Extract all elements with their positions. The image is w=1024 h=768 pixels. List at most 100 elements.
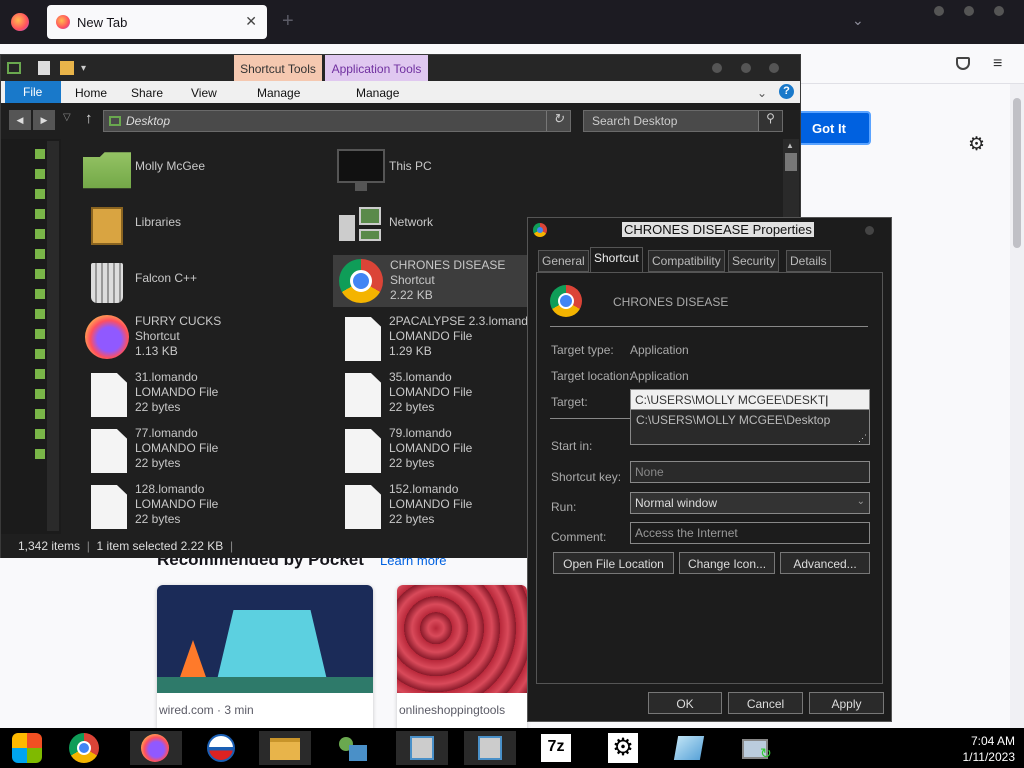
address-bar[interactable]: Desktop ↻ [103, 110, 571, 132]
system-clock[interactable]: 7:04 AM 1/11/2023 [935, 733, 1016, 765]
item-type: LOMANDO File [135, 441, 219, 455]
7zip-taskbar-icon[interactable]: 7z [530, 731, 582, 765]
shortcut-name: CHRONES DISEASE [613, 295, 729, 309]
application-tools-context-tab[interactable]: Application Tools [325, 55, 428, 81]
user-folder-icon [83, 152, 131, 189]
explorer-app-icon [7, 62, 21, 74]
item-type: LOMANDO File [389, 497, 473, 511]
scrollbar-thumb[interactable] [785, 153, 797, 171]
ribbon-tab-manage-shortcut[interactable]: Manage [257, 86, 300, 100]
apply-button[interactable]: Apply [809, 692, 884, 714]
settings-gear-taskbar-icon[interactable]: ⚙ [597, 731, 649, 765]
item-size: 1.29 KB [389, 344, 432, 358]
start-button[interactable] [2, 731, 54, 765]
change-icon-button[interactable]: Change Icon... [679, 552, 775, 574]
window-maximize-icon[interactable] [964, 6, 974, 16]
shortcut-tools-context-tab[interactable]: Shortcut Tools [234, 55, 322, 81]
tab-shortcut[interactable]: Shortcut [590, 247, 643, 273]
desktop-item-recycle-bin[interactable]: Falcon C++ [83, 255, 323, 307]
tab-compatibility[interactable]: Compatibility [648, 250, 725, 272]
desktop-item-this-pc[interactable]: This PC [337, 143, 577, 195]
navigation-pane[interactable] [1, 139, 61, 534]
divider [550, 418, 630, 419]
back-button[interactable]: ◀ [9, 110, 31, 130]
chrome-taskbar-icon[interactable] [59, 731, 111, 765]
window-minimize-icon[interactable] [934, 6, 944, 16]
customize-quick-access-icon[interactable]: ▾ [81, 63, 86, 74]
window-close-icon[interactable] [994, 6, 1004, 16]
pocket-card[interactable]: wired.com · 3 min [157, 585, 373, 733]
up-arrow-icon[interactable]: ↑ [85, 110, 93, 127]
desktop-item-file[interactable]: 77.lomando LOMANDO File 22 bytes [83, 423, 323, 475]
search-placeholder: Search Desktop [592, 114, 678, 128]
expand-ribbon-chevron-icon[interactable]: ⌄ [757, 86, 767, 100]
tab-details[interactable]: Details [786, 250, 831, 272]
campaign-logo-taskbar-icon[interactable] [196, 731, 248, 765]
refresh-icon[interactable]: ↻ [546, 111, 570, 131]
network-users-taskbar-icon[interactable] [327, 731, 379, 765]
ribbon-tab-share[interactable]: Share [131, 86, 163, 100]
open-file-location-button[interactable]: Open File Location [553, 552, 674, 574]
properties-quick-icon[interactable] [38, 61, 50, 75]
maximize-icon[interactable] [741, 63, 751, 73]
cancel-button[interactable]: Cancel [728, 692, 803, 714]
desktop-item-file[interactable]: 31.lomando LOMANDO File 22 bytes [83, 367, 323, 419]
network-refresh-taskbar-icon[interactable]: ↻ [732, 731, 784, 765]
nav-pane-scrollbar[interactable] [47, 141, 59, 531]
item-size: 22 bytes [135, 400, 181, 414]
item-type: Shortcut [390, 273, 435, 287]
7zip-label: 7z [541, 734, 571, 762]
close-tab-icon[interactable]: ✕ [245, 13, 257, 30]
close-icon[interactable] [769, 63, 779, 73]
remote-install-2-taskbar-icon[interactable] [464, 731, 516, 765]
desktop-item-libraries[interactable]: Libraries [83, 199, 323, 251]
got-it-button[interactable]: Got It [790, 111, 871, 145]
target-input[interactable]: C:\USERS\MOLLY MCGEE\DESKT| [630, 389, 870, 411]
resize-grip-icon[interactable]: ⋰ [858, 433, 867, 444]
dialog-close-icon[interactable] [865, 226, 874, 235]
list-tabs-chevron-icon[interactable]: ⌄ [852, 12, 864, 29]
ribbon-tab-file[interactable]: File [5, 81, 61, 103]
menu-hamburger-icon[interactable]: ≡ [993, 56, 1002, 72]
settings-gear-icon[interactable]: ⚙ [968, 133, 985, 156]
run-select[interactable]: Normal window ⌄ [630, 492, 870, 514]
help-icon[interactable]: ? [779, 84, 794, 99]
autocomplete-suggestion[interactable]: C:\USERS\MOLLY MCGEE\Desktop [636, 413, 830, 427]
ok-button[interactable]: OK [648, 692, 722, 714]
autocomplete-dropdown[interactable]: C:\USERS\MOLLY MCGEE\Desktop ⋰ [630, 409, 870, 445]
firefox-taskbar-icon[interactable] [130, 731, 182, 765]
scroll-up-icon[interactable]: ▲ [786, 141, 794, 150]
new-folder-quick-icon[interactable] [60, 61, 74, 75]
item-size: 22 bytes [135, 512, 181, 526]
desktop-item-shortcut[interactable]: FURRY CUCKS Shortcut 1.13 KB [83, 311, 323, 363]
minimize-icon[interactable] [712, 63, 722, 73]
comment-input[interactable]: Access the Internet [630, 522, 870, 544]
remote-install-taskbar-icon[interactable] [396, 731, 448, 765]
page-scrollbar[interactable] [1010, 84, 1024, 728]
ribbon-tab-manage-application[interactable]: Manage [356, 86, 399, 100]
forward-button[interactable]: ▶ [33, 110, 55, 130]
tab-general[interactable]: General [538, 250, 589, 272]
ribbon-tab-view[interactable]: View [191, 86, 217, 100]
paint-taskbar-icon[interactable] [663, 731, 715, 765]
tab-new-tab[interactable]: New Tab ✕ [47, 5, 267, 39]
desktop-item-user-folder[interactable]: Molly McGee [83, 143, 323, 195]
new-tab-icon[interactable]: + [282, 10, 294, 33]
blank-file-icon [83, 425, 131, 473]
file-explorer-taskbar-icon[interactable] [259, 731, 311, 765]
monitor-icon [337, 145, 385, 193]
desktop-item-file[interactable]: 128.lomando LOMANDO File 22 bytes [83, 479, 323, 531]
target-type-value: Application [630, 343, 689, 357]
pocket-card[interactable]: onlineshoppingtools [397, 585, 527, 733]
recent-locations-chevron-icon[interactable]: ▽ [63, 112, 71, 123]
chrome-icon [337, 257, 385, 305]
ribbon-tabs: File Home Share View Manage Manage ⌄ ? [1, 81, 800, 103]
shortcut-key-input[interactable]: None [630, 461, 870, 483]
desktop-item-selected-shortcut[interactable]: CHRONES DISEASE Shortcut 2.22 KB [333, 255, 531, 307]
scrollbar-thumb[interactable] [1013, 98, 1021, 248]
pocket-icon[interactable] [956, 57, 970, 70]
search-input[interactable]: Search Desktop ⚲ [583, 110, 783, 132]
tab-security[interactable]: Security [728, 250, 780, 272]
advanced-button[interactable]: Advanced... [780, 552, 870, 574]
ribbon-tab-home[interactable]: Home [75, 86, 107, 100]
